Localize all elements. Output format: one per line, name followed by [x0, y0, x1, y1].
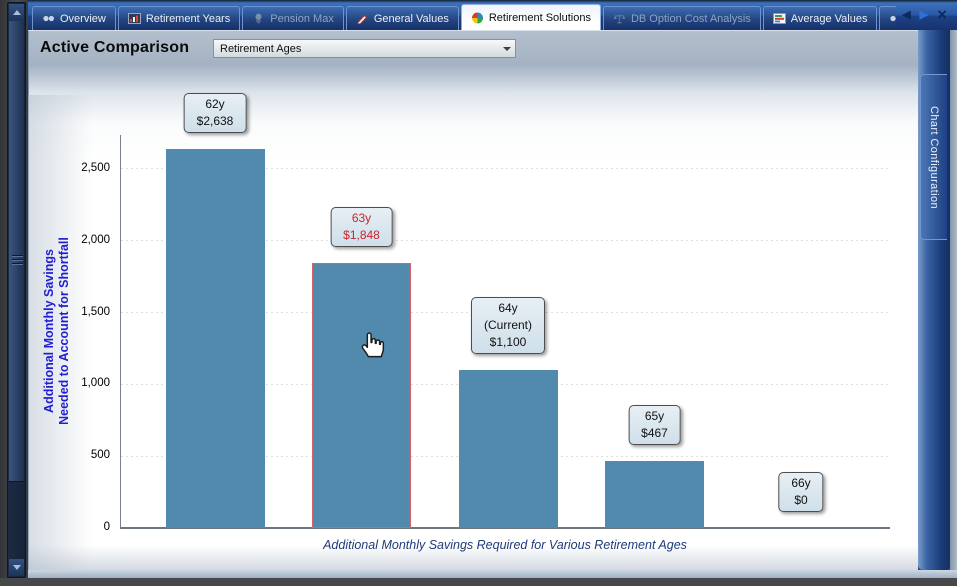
bar-label-line: $467 [641, 425, 668, 442]
bar-label-line: 64y [484, 300, 532, 317]
scales-icon [613, 13, 626, 24]
bar-65y[interactable] [605, 461, 704, 528]
tab-average-values[interactable]: Average Values [763, 6, 878, 30]
tab-label: Overview [60, 13, 106, 25]
bar-label-line: 66y [791, 475, 810, 492]
bar-label-line: $1,848 [343, 227, 380, 244]
bar-value-label[interactable]: 63y$1,848 [330, 207, 393, 247]
bar-value-label[interactable]: 65y$467 [628, 405, 681, 445]
binoculars-icon [889, 13, 896, 24]
bar-label-line: 63y [343, 210, 380, 227]
chevron-right-icon[interactable]: ▶ [920, 10, 928, 21]
dropdown-arrow-button[interactable] [498, 40, 515, 57]
bar-label-line: 62y [197, 96, 234, 113]
bar-label-line: $1,100 [484, 334, 532, 351]
hand-cursor-icon [356, 328, 388, 360]
tab-retirement-solutions[interactable]: Retirement Solutions [461, 4, 601, 30]
tab-label: Pension Max [270, 13, 334, 25]
scrollbar-thumb[interactable] [9, 21, 24, 482]
comparison-dropdown-value: Retirement Ages [220, 43, 301, 55]
tab-overview[interactable]: Overview [32, 6, 116, 30]
bar-value-label[interactable]: 64y(Current)$1,100 [471, 297, 545, 354]
pie-chart-icon [471, 12, 484, 24]
tab-label: DB Option Cost Analysis [631, 13, 751, 25]
tab-accounts-at-r[interactable]: Accounts at R [879, 6, 896, 30]
panel-shading [28, 545, 918, 570]
bar-label-line: $2,638 [197, 113, 234, 130]
tab-label: Average Values [791, 13, 868, 25]
chart-configuration-tab[interactable]: Chart Configuration [920, 74, 947, 240]
bar-chart-icon [773, 13, 786, 24]
bar-value-label[interactable]: 66y$0 [778, 472, 823, 512]
bar-62y[interactable] [166, 149, 265, 528]
tab-retirement-years[interactable]: Retirement Years [118, 6, 240, 30]
bar-label-line: 65y [641, 408, 668, 425]
report-table-icon [128, 13, 141, 24]
window-bottom-edge [0, 578, 957, 586]
chevron-left-icon[interactable]: ◀ [902, 10, 910, 21]
window-right-edge [950, 30, 957, 578]
arrow-down-icon [13, 565, 21, 570]
comparison-dropdown[interactable]: Retirement Ages [213, 39, 516, 58]
tab-db-option-cost-analysis: DB Option Cost Analysis [603, 6, 761, 30]
tab-label: Retirement Solutions [489, 12, 591, 24]
bar-label-line: $0 [791, 492, 810, 509]
scroll-up-button[interactable] [9, 4, 24, 21]
panel-shading [28, 95, 92, 570]
tab-nav-zone: ◀ ▶ × [896, 0, 957, 30]
tab-general-values[interactable]: General Values [346, 6, 459, 30]
scrollbar-grip-icon [12, 255, 23, 266]
tab-strip: Overview Retirement Years Pension Max Gener… [28, 0, 896, 30]
tab-pension-max: Pension Max [242, 6, 344, 30]
chevron-down-icon [503, 47, 511, 51]
bar-63y[interactable] [312, 263, 411, 528]
lamp-icon [252, 13, 265, 24]
page-title: Active Comparison [40, 39, 189, 57]
bar-64y-current-[interactable] [459, 370, 558, 528]
left-scrollbar[interactable] [7, 2, 26, 578]
tab-bar: Overview Retirement Years Pension Max Gener… [28, 0, 957, 30]
bar-value-label[interactable]: 62y$2,638 [184, 93, 247, 133]
arrow-up-icon [13, 10, 21, 15]
scroll-down-button[interactable] [9, 559, 24, 576]
tab-label: General Values [374, 13, 449, 25]
pen-icon [356, 13, 369, 24]
panel-bottom-border [28, 570, 957, 578]
tab-label: Retirement Years [146, 13, 230, 25]
binoculars-icon [42, 13, 55, 24]
bar-label-line: (Current) [484, 317, 532, 334]
close-icon[interactable]: × [937, 6, 947, 23]
chart-configuration-label: Chart Configuration [928, 106, 940, 209]
